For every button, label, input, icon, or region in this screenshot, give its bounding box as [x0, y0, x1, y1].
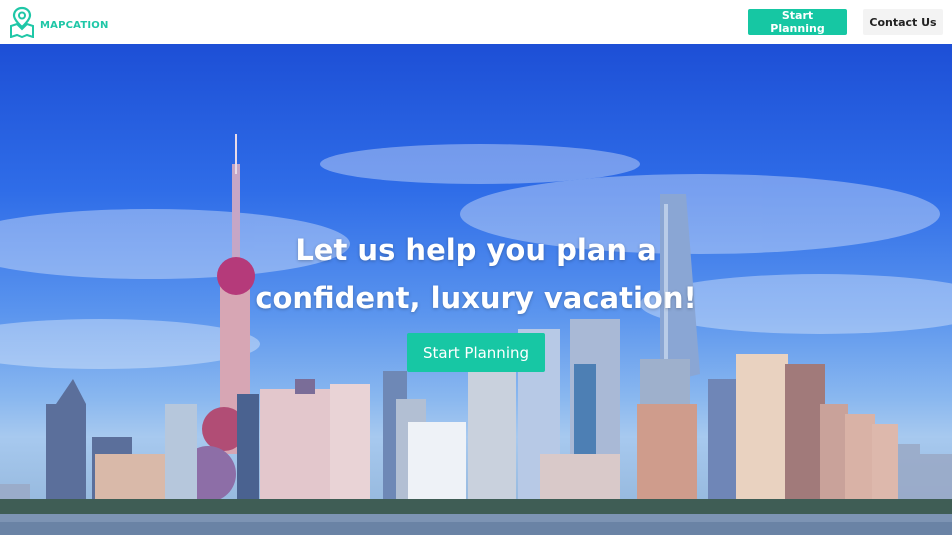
- start-planning-hero-button[interactable]: Start Planning: [407, 333, 545, 372]
- hero-headline-line-1: Let us help you plan a: [295, 233, 657, 267]
- logo-text: MAPCATION: [40, 19, 109, 31]
- map-pin-icon: [8, 6, 36, 38]
- hero-section: Let us help you plan a confident, luxury…: [0, 44, 952, 535]
- navbar: MAPCATION Start Planning Contact Us: [0, 0, 952, 44]
- hero-headline-line-2: confident, luxury vacation!: [255, 281, 697, 315]
- contact-us-button[interactable]: Contact Us: [863, 9, 943, 35]
- logo[interactable]: MAPCATION: [8, 6, 109, 38]
- start-planning-nav-button[interactable]: Start Planning: [748, 9, 847, 35]
- hero-headline: Let us help you plan a confident, luxury…: [226, 226, 726, 322]
